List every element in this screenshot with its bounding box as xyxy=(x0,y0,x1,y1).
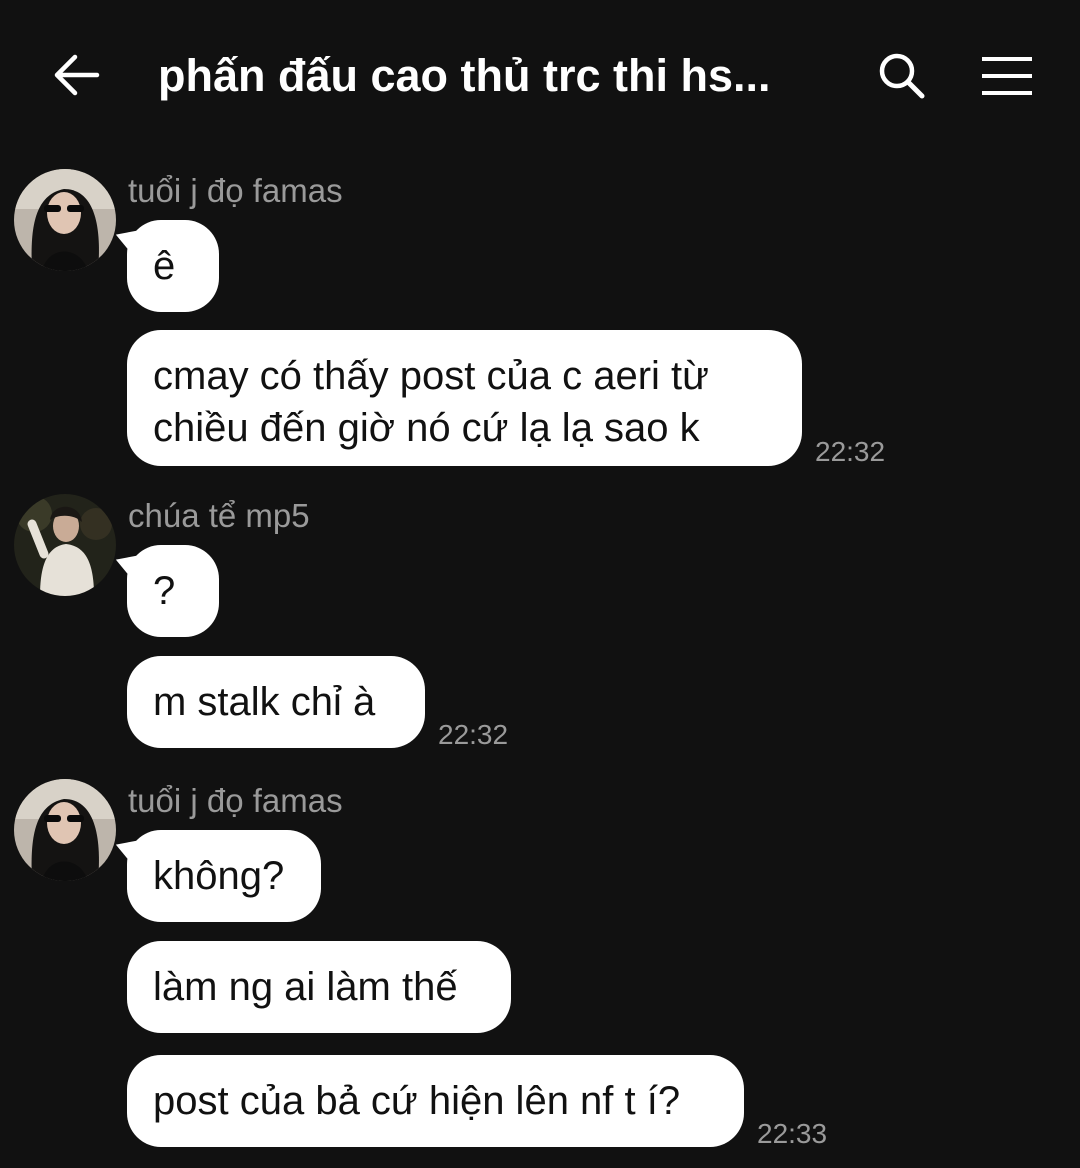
message-text: cmay có thấy post của c aeri từ chiều đế… xyxy=(153,354,709,450)
menu-button[interactable] xyxy=(974,46,1040,106)
message-text: không? xyxy=(153,854,285,898)
bubble-tail xyxy=(111,548,141,580)
chat-title: phấn đấu cao thủ trc thi hs... xyxy=(158,50,771,101)
bubble-tail xyxy=(111,833,141,865)
message-timestamp: 22:32 xyxy=(815,436,886,467)
message-bubble[interactable]: không? xyxy=(111,830,321,922)
message-bubble[interactable]: ? xyxy=(111,545,219,637)
avatar[interactable] xyxy=(14,494,116,596)
sender-name: tuổi j đọ famas xyxy=(128,782,343,819)
message-bubble[interactable]: m stalk chỉ à xyxy=(127,656,425,748)
message-bubble[interactable]: post của bả cứ hiện lên nf t í? xyxy=(127,1055,744,1147)
message-text: làm ng ai làm thế xyxy=(153,965,458,1009)
message-bubble[interactable]: ê xyxy=(111,220,219,312)
chat-header: phấn đấu cao thủ trc thi hs... xyxy=(0,0,1080,150)
message-bubble[interactable]: làm ng ai làm thế xyxy=(127,941,511,1033)
message-timestamp: 22:33 xyxy=(757,1118,828,1149)
avatar[interactable] xyxy=(14,169,116,271)
hamburger-menu-icon xyxy=(982,57,1032,95)
arrow-left-icon xyxy=(54,54,100,96)
message-bubble[interactable]: cmay có thấy post của c aeri từ chiều đế… xyxy=(127,330,802,466)
message-text: ? xyxy=(153,569,176,613)
message-text: post của bả cứ hiện lên nf t í? xyxy=(153,1079,681,1123)
bubble-tail xyxy=(111,223,141,255)
message-timestamp: 22:32 xyxy=(438,719,509,750)
avatar[interactable] xyxy=(14,779,116,881)
sender-name: chúa tể mp5 xyxy=(128,497,310,534)
message-text: ê xyxy=(153,244,176,288)
search-icon xyxy=(879,53,925,99)
message-text: m stalk chỉ à xyxy=(153,680,376,724)
back-button[interactable] xyxy=(48,46,106,104)
sender-name: tuổi j đọ famas xyxy=(128,172,343,209)
search-button[interactable] xyxy=(870,46,934,106)
